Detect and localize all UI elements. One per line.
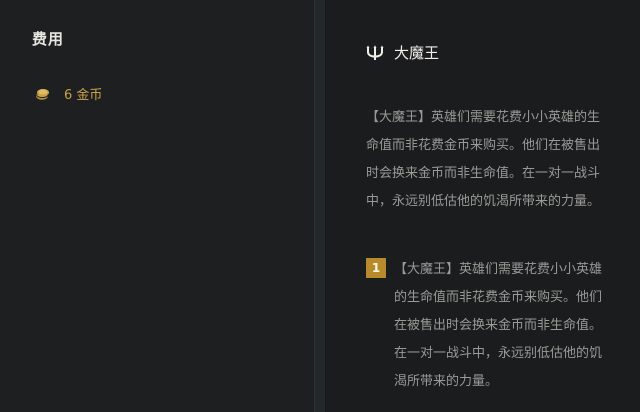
panel-divider: [314, 0, 326, 412]
augment-description: 【大魔王】英雄们需要花费小小英雄的生命值而非花费金币来购买。他们在被售出时会换来…: [366, 110, 601, 209]
augment-panel: 大魔王 【大魔王】英雄们需要花费小小英雄的生命值而非花费金币来购买。他们在被售出…: [326, 0, 640, 412]
cost-value: 6 金币: [64, 88, 103, 103]
trident-icon: [366, 44, 384, 62]
tier-badge: 1: [366, 258, 386, 278]
cost-heading: 费用: [32, 30, 65, 48]
coin-icon: [34, 86, 50, 102]
cost-row: 6 金币: [34, 84, 102, 103]
augment-tooltip: 费用 6 金币 大魔王 【大魔王】英雄们需要花费小小英雄的生命值而非花费金币来购…: [0, 0, 640, 412]
augment-header: 大魔王: [366, 42, 439, 63]
augment-title: 大魔王: [394, 44, 440, 62]
tier-description: 【大魔王】英雄们需要花费小小英雄的生命值而非花费金币来购买。他们在被售出时会换来…: [394, 262, 603, 389]
cost-panel: 费用 6 金币: [0, 0, 314, 412]
